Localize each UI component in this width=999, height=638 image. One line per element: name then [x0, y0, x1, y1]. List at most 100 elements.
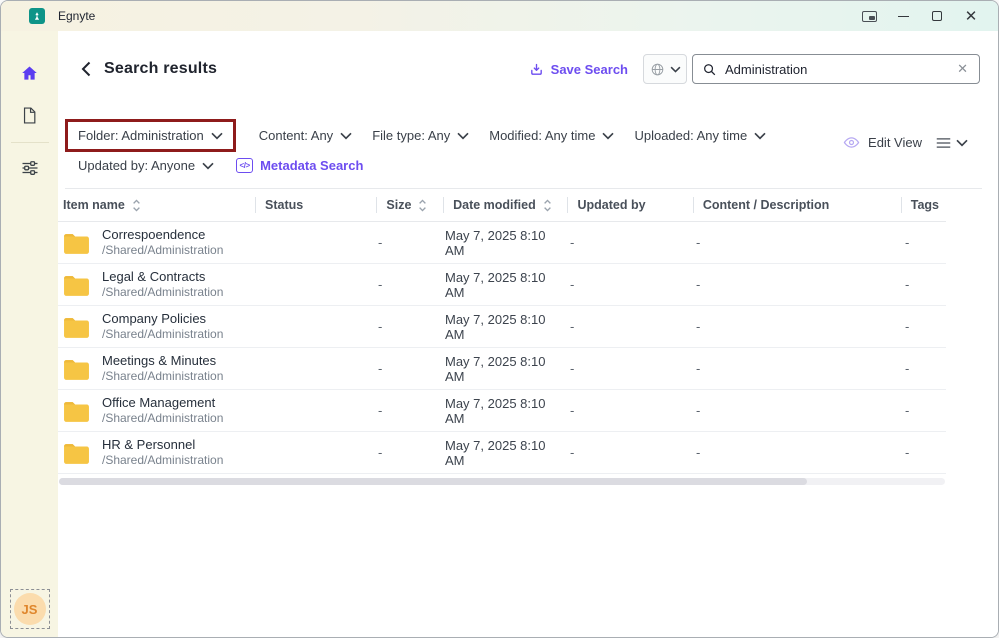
close-button[interactable]: ✕: [954, 2, 988, 30]
item-path: /Shared/Administration: [102, 369, 223, 384]
cell-tags: -: [897, 277, 946, 292]
cell-content-description: -: [688, 319, 897, 334]
egnyte-logo-icon: [29, 8, 45, 24]
folder-icon: [63, 442, 90, 464]
home-icon[interactable]: [13, 58, 47, 88]
cell-content-description: -: [688, 403, 897, 418]
chevron-down-icon: [202, 162, 214, 170]
user-avatar[interactable]: JS: [14, 593, 46, 625]
column-header-tags[interactable]: Tags: [893, 189, 946, 221]
sidebar-divider: [11, 142, 49, 143]
column-header-item-name[interactable]: Item name: [58, 189, 247, 221]
table-row[interactable]: Office Management /Shared/Administration…: [58, 390, 946, 432]
cell-tags: -: [897, 235, 946, 250]
cell-tags: -: [897, 403, 946, 418]
chevron-down-icon: [670, 66, 681, 73]
filter-file-type[interactable]: File type: Any: [372, 128, 469, 143]
cell-updated-by: -: [562, 361, 688, 376]
table-body: Correspoendence /Shared/Administration -…: [58, 222, 946, 474]
save-search-icon: [529, 62, 544, 77]
list-view-icon: [936, 137, 951, 149]
filter-updated-by[interactable]: Updated by: Anyone: [78, 158, 214, 173]
back-button[interactable]: [74, 57, 98, 81]
item-name: HR & Personnel: [102, 437, 223, 453]
chevron-down-icon: [754, 132, 766, 140]
table-row[interactable]: Meetings & Minutes /Shared/Administratio…: [58, 348, 946, 390]
sort-icon[interactable]: [543, 199, 552, 212]
app-window: Egnyte ✕: [0, 0, 999, 638]
horizontal-scrollbar-thumb[interactable]: [59, 478, 807, 485]
cell-size: -: [370, 403, 437, 418]
folder-icon: [63, 232, 90, 254]
cell-tags: -: [897, 445, 946, 460]
cell-content-description: -: [688, 361, 897, 376]
filter-modified[interactable]: Modified: Any time: [489, 128, 614, 143]
column-header-content-description[interactable]: Content / Description: [685, 189, 893, 221]
save-search-button[interactable]: Save Search: [529, 62, 628, 77]
metadata-search-link[interactable]: </> Metadata Search: [236, 158, 363, 173]
column-header-updated-by[interactable]: Updated by: [559, 189, 684, 221]
sort-icon[interactable]: [418, 199, 427, 212]
sort-icon[interactable]: [132, 199, 141, 212]
search-input[interactable]: [725, 62, 955, 77]
code-icon: </>: [236, 158, 253, 173]
window-title: Egnyte: [58, 9, 95, 23]
chevron-down-icon: [211, 132, 223, 140]
cell-content-description: -: [688, 235, 897, 250]
search-scope-dropdown[interactable]: [643, 54, 687, 84]
tablet-mode-icon[interactable]: [852, 2, 886, 30]
table-row[interactable]: HR & Personnel /Shared/Administration - …: [58, 432, 946, 474]
cell-date-modified: May 7, 2025 8:10 AM: [437, 396, 562, 426]
column-header-status[interactable]: Status: [247, 189, 368, 221]
column-header-date-modified[interactable]: Date modified: [435, 189, 559, 221]
cell-date-modified: May 7, 2025 8:10 AM: [437, 270, 562, 300]
cell-content-description: -: [688, 277, 897, 292]
folder-icon: [63, 316, 90, 338]
edit-view-button[interactable]: Edit View: [868, 135, 922, 150]
maximize-button[interactable]: [920, 2, 954, 30]
item-name: Correspoendence: [102, 227, 223, 243]
folder-icon: [63, 400, 90, 422]
table-row[interactable]: Company Policies /Shared/Administration …: [58, 306, 946, 348]
chevron-down-icon: [457, 132, 469, 140]
column-header-size[interactable]: Size: [368, 189, 435, 221]
annotation-highlight-box: Folder: Administration: [65, 119, 236, 152]
filter-uploaded[interactable]: Uploaded: Any time: [634, 128, 766, 143]
view-mode-dropdown[interactable]: [936, 137, 968, 149]
item-name: Meetings & Minutes: [102, 353, 223, 369]
globe-grid-icon: [650, 62, 665, 77]
cell-updated-by: -: [562, 277, 688, 292]
title-bar: Egnyte ✕: [1, 1, 998, 31]
settings-sliders-icon[interactable]: [13, 153, 47, 183]
section-divider: [65, 188, 982, 189]
item-path: /Shared/Administration: [102, 411, 223, 426]
cell-tags: -: [897, 361, 946, 376]
search-clear-icon[interactable]: ✕: [955, 61, 970, 77]
item-path: /Shared/Administration: [102, 453, 223, 468]
table-row[interactable]: Legal & Contracts /Shared/Administration…: [58, 264, 946, 306]
page-title: Search results: [104, 60, 217, 78]
cell-content-description: -: [688, 445, 897, 460]
chevron-down-icon: [602, 132, 614, 140]
documents-icon[interactable]: [13, 100, 47, 130]
eye-icon: [843, 136, 860, 149]
cell-date-modified: May 7, 2025 8:10 AM: [437, 354, 562, 384]
cell-date-modified: May 7, 2025 8:10 AM: [437, 228, 562, 258]
minimize-button[interactable]: [886, 2, 920, 30]
cell-date-modified: May 7, 2025 8:10 AM: [437, 312, 562, 342]
chevron-down-icon: [340, 132, 352, 140]
table-row[interactable]: Correspoendence /Shared/Administration -…: [58, 222, 946, 264]
item-path: /Shared/Administration: [102, 327, 223, 342]
item-name: Company Policies: [102, 311, 223, 327]
cell-date-modified: May 7, 2025 8:10 AM: [437, 438, 562, 468]
save-search-label: Save Search: [551, 62, 628, 77]
cell-size: -: [370, 361, 437, 376]
item-path: /Shared/Administration: [102, 285, 223, 300]
filter-content[interactable]: Content: Any: [259, 128, 352, 143]
filter-folder[interactable]: Folder: Administration: [78, 128, 223, 143]
table-header: Item name Status Size Date modified: [58, 189, 946, 222]
item-name: Office Management: [102, 395, 223, 411]
avatar-focus-ring: JS: [10, 589, 50, 629]
folder-icon: [63, 274, 90, 296]
horizontal-scrollbar-track[interactable]: [59, 478, 945, 485]
